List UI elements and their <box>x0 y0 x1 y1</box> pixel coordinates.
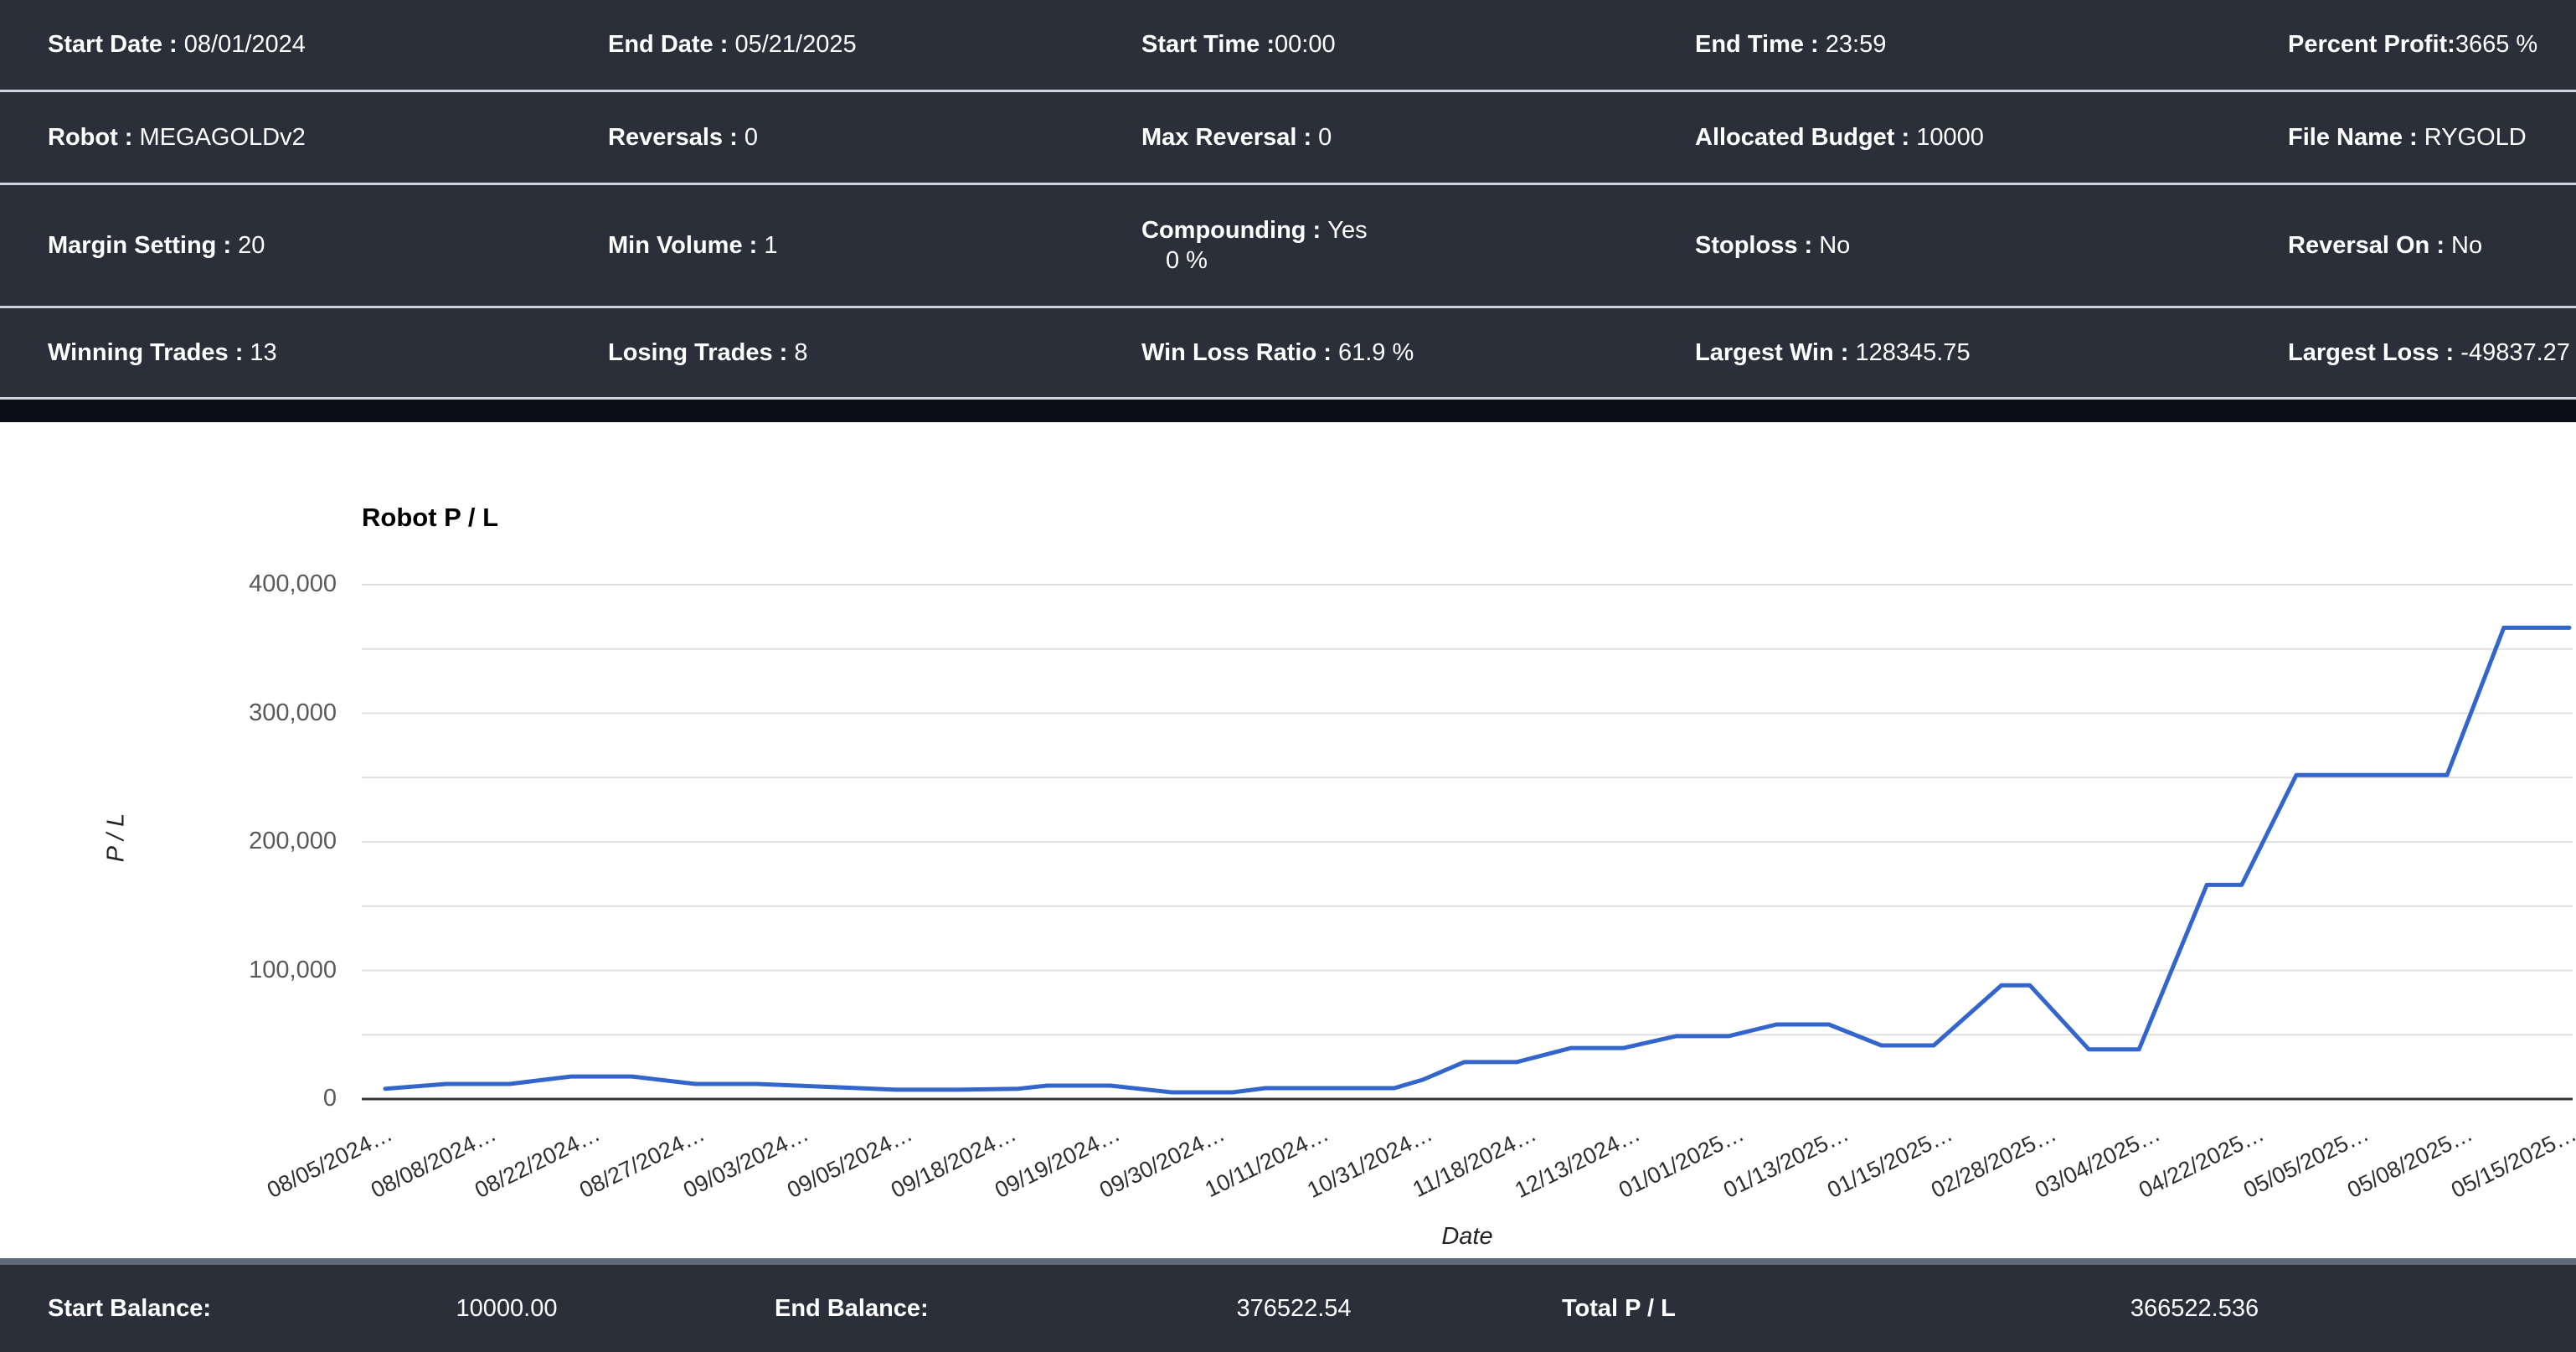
stat-value: 13 <box>250 339 276 366</box>
stat-label: Compounding : <box>1141 217 1327 244</box>
stat-win-loss-ratio: Win Loss Ratio : 61.9 % <box>1141 338 1695 368</box>
stat-value: -49837.27 <box>2460 339 2570 366</box>
stats-row-1: Start Date : 08/01/2024 End Date : 05/21… <box>0 0 2576 92</box>
stat-label: Largest Win : <box>1695 339 1855 366</box>
separator-band <box>0 400 2576 422</box>
stat-end-date: End Date : 05/21/2025 <box>608 29 1141 59</box>
backtest-report-page: Start Date : 08/01/2024 End Date : 05/21… <box>0 0 2576 1352</box>
balance-footer: Start Balance: 10000.00 End Balance: 376… <box>0 1258 2576 1352</box>
pl-chart-card: Robot P / L P / L 0 100,000 200,000 300,000… <box>0 422 2576 1258</box>
stat-max-reversal: Max Reversal : 0 <box>1141 122 1695 152</box>
y-tick-label: 400,000 <box>134 570 337 598</box>
stat-label: Win Loss Ratio : <box>1141 339 1338 366</box>
stat-start-date: Start Date : 08/01/2024 <box>48 29 608 59</box>
y-tick-label: 0 <box>134 1085 337 1112</box>
stat-compounding: Compounding : Yes 0 % <box>1141 215 1695 276</box>
stat-label: Reversal On : <box>2288 232 2451 259</box>
stat-label: End Time : <box>1695 31 1826 58</box>
stat-value: No <box>2451 232 2482 259</box>
end-balance-label: End Balance: <box>775 1295 1026 1323</box>
stat-label: Start Time : <box>1141 31 1275 58</box>
stat-robot: Robot : MEGAGOLDv2 <box>48 122 608 152</box>
stat-value: 0 <box>1318 124 1332 151</box>
stats-row-3: Margin Setting : 20 Min Volume : 1 Compo… <box>0 185 2576 308</box>
stat-margin-setting: Margin Setting : 20 <box>48 230 608 261</box>
stat-label: Robot : <box>48 124 140 151</box>
stat-label: Stoploss : <box>1695 232 1819 259</box>
stat-value: 3665 % <box>2455 31 2537 58</box>
end-balance-value: 376522.54 <box>1026 1295 1562 1323</box>
stats-row-4: Winning Trades : 13 Losing Trades : 8 Wi… <box>0 308 2576 400</box>
stat-losing-trades: Losing Trades : 8 <box>608 338 1141 368</box>
stat-file-name: File Name : RYGOLD <box>2288 122 2576 152</box>
stat-value: 20 <box>238 232 265 259</box>
stat-label: Winning Trades : <box>48 339 250 366</box>
stat-label: Reversals : <box>608 124 744 151</box>
stat-min-volume: Min Volume : 1 <box>608 230 1141 261</box>
stat-value: No <box>1819 232 1850 259</box>
stat-value: 23:59 <box>1826 31 1887 58</box>
start-balance-label: Start Balance: <box>48 1295 239 1323</box>
stat-label: Min Volume : <box>608 232 764 259</box>
stat-value: RYGOLD <box>2424 124 2527 151</box>
stat-allocated-budget: Allocated Budget : 10000 <box>1695 122 2288 152</box>
stat-value: 05/21/2025 <box>734 31 856 58</box>
stat-label: File Name : <box>2288 124 2424 151</box>
stat-value: 8 <box>794 339 807 366</box>
stat-percent-profit: Percent Profit:3665 % <box>2288 29 2576 59</box>
stat-label: End Date : <box>608 31 734 58</box>
stat-value: 61.9 % <box>1338 339 1414 366</box>
stats-table: Start Date : 08/01/2024 End Date : 05/21… <box>0 0 2576 400</box>
x-axis-title: Date <box>1383 1223 1551 1251</box>
stat-largest-win: Largest Win : 128345.75 <box>1695 338 2288 368</box>
pl-line-chart-svg <box>362 536 2573 1122</box>
stat-winning-trades: Winning Trades : 13 <box>48 338 608 368</box>
stat-label: Max Reversal : <box>1141 124 1318 151</box>
y-axis-title: P / L <box>103 813 131 863</box>
stat-compounding-percent: 0 % <box>1166 245 1695 276</box>
stat-value: Yes <box>1327 217 1367 244</box>
y-tick-label: 200,000 <box>134 828 337 855</box>
stat-value: MEGAGOLDv2 <box>140 124 306 151</box>
stat-label: Percent Profit: <box>2288 31 2455 58</box>
stat-value: 08/01/2024 <box>184 31 306 58</box>
stat-reversal-on: Reversal On : No <box>2288 230 2576 261</box>
stat-value: 128345.75 <box>1855 339 1970 366</box>
stat-label: Largest Loss : <box>2288 339 2460 366</box>
stat-start-time: Start Time :00:00 <box>1141 29 1695 59</box>
stat-end-time: End Time : 23:59 <box>1695 29 2288 59</box>
chart-title: Robot P / L <box>362 503 498 533</box>
stat-label: Allocated Budget : <box>1695 124 1916 151</box>
stat-stoploss: Stoploss : No <box>1695 230 2288 261</box>
total-pl-value: 366522.536 <box>1813 1295 2576 1323</box>
stat-label: Start Date : <box>48 31 184 58</box>
stats-row-2: Robot : MEGAGOLDv2 Reversals : 0 Max Rev… <box>0 92 2576 185</box>
stat-value: 0 <box>744 124 758 151</box>
y-tick-label: 300,000 <box>134 699 337 727</box>
y-tick-label: 100,000 <box>134 957 337 984</box>
stat-reversals: Reversals : 0 <box>608 122 1141 152</box>
stat-value: 10000 <box>1916 124 1984 151</box>
stat-label: Margin Setting : <box>48 232 238 259</box>
stat-label: Losing Trades : <box>608 339 794 366</box>
stat-value: 00:00 <box>1275 31 1336 58</box>
chart-plot-area[interactable] <box>362 536 2573 1122</box>
start-balance-value: 10000.00 <box>239 1295 775 1323</box>
stat-value: 1 <box>764 232 777 259</box>
total-pl-label: Total P / L <box>1562 1295 1813 1323</box>
stat-largest-loss: Largest Loss : -49837.27 <box>2288 338 2576 368</box>
pl-series-line <box>385 627 2569 1092</box>
